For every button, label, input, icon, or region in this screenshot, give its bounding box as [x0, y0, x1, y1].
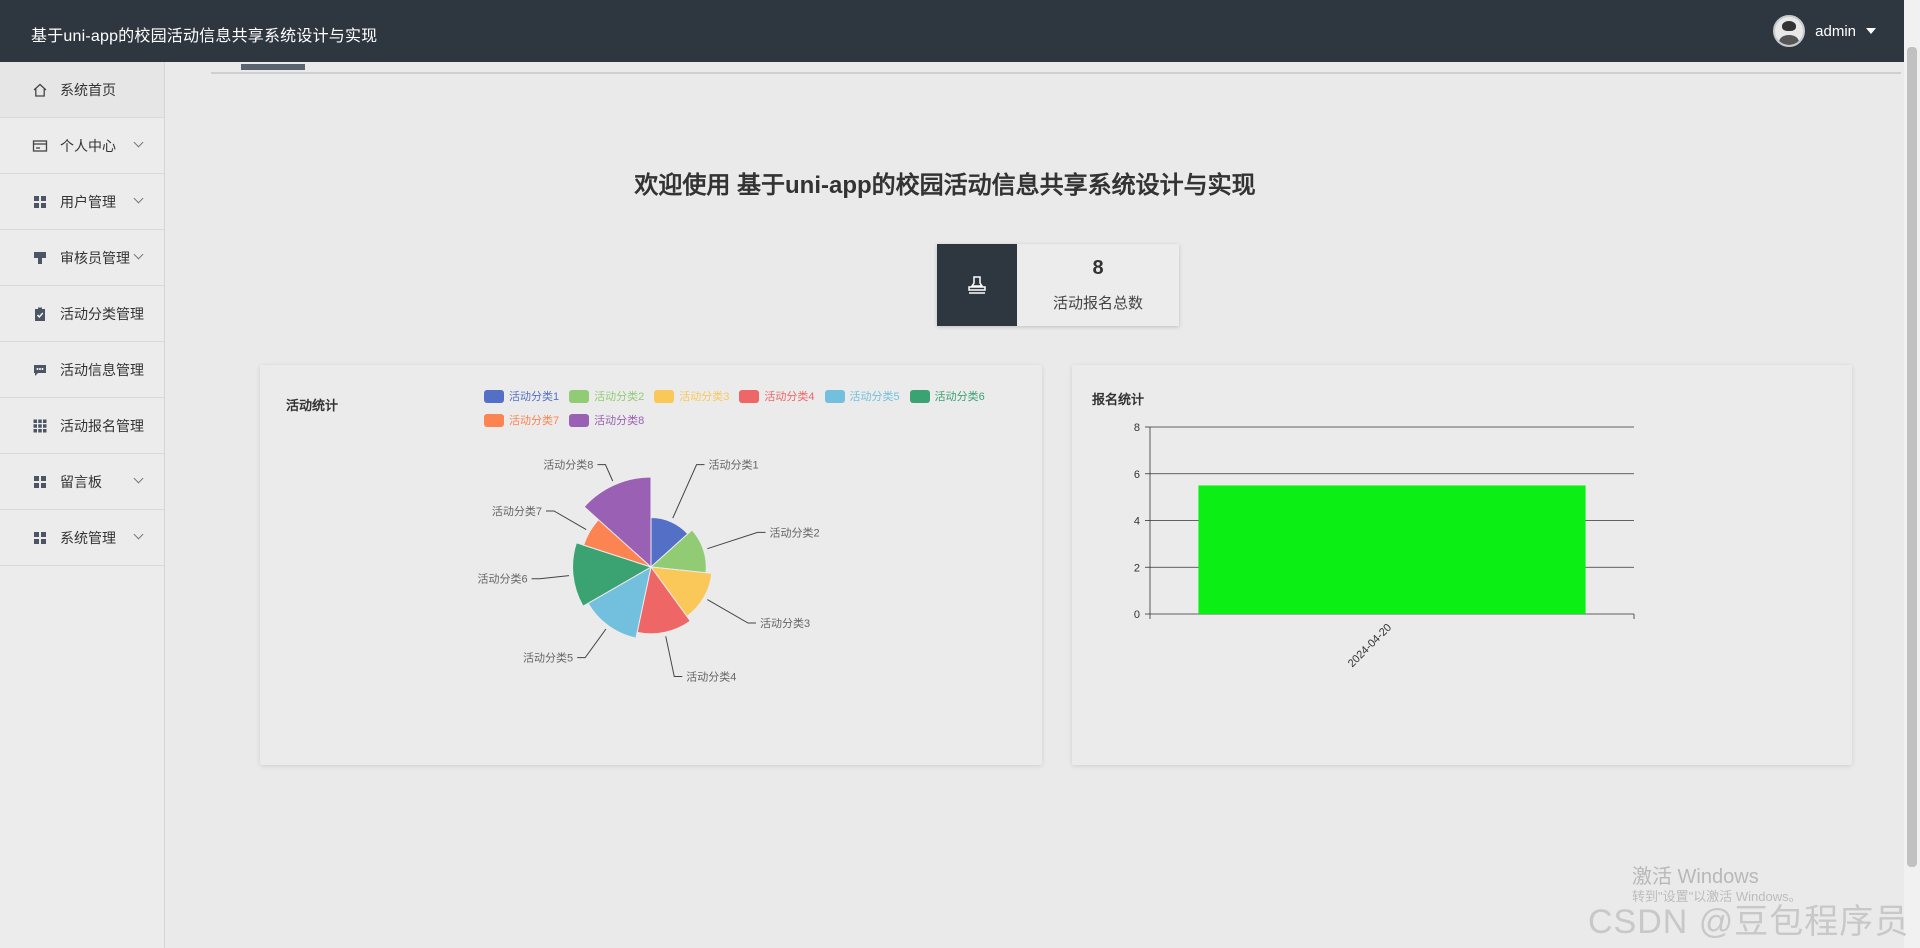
y-tick-label: 0 — [1134, 609, 1140, 621]
avatar[interactable] — [1773, 15, 1806, 47]
sidebar-item-label: 用户管理 — [60, 193, 116, 210]
app-title: 基于uni-app的校园活动信息共享系统设计与实现 — [31, 28, 378, 45]
activity-pie-chart: 活动分类1 活动分类2 活动分类3 活动分类4 活动分类5 活动分类6 活动分类7 活动分类8 — [477, 458, 820, 684]
sidebar-item-home[interactable]: 系统首页 — [0, 62, 164, 118]
top-bar: 基于uni-app的校园活动信息共享系统设计与实现 admin — [0, 0, 1904, 62]
stamp-icon — [937, 244, 1017, 326]
grid-icon — [32, 194, 48, 210]
pie-label-line — [665, 636, 683, 678]
pie-label: 活动分类6 — [477, 572, 527, 586]
chevron-down-icon — [133, 249, 144, 260]
grid-icon — [32, 474, 48, 490]
tab-bar — [211, 64, 1901, 74]
welcome-title: 欢迎使用 基于uni-app的校园活动信息共享系统设计与实现 — [634, 172, 1256, 199]
signup-stats-card: 报名统计 0 2 4 6 8 2024-04-20 — [1072, 365, 1852, 765]
sidebar-item-reviewers[interactable]: 审核员管理 — [0, 230, 164, 286]
pie-label-line — [672, 464, 705, 519]
pie-label: 活动分类7 — [492, 504, 542, 518]
pie-label: 活动分类1 — [709, 458, 759, 472]
sidebar-item-label: 个人中心 — [60, 137, 116, 154]
activity-stats-card: 活动统计 活动分类1 活动分类2 活动分类3 活动分类4 活动分类5 活动分类6 活动分类7… — [260, 365, 1042, 765]
sidebar-item-label: 活动分类管理 — [60, 305, 144, 322]
sidebar-item-message-board[interactable]: 留言板 — [0, 454, 164, 510]
pie-label: 活动分类2 — [770, 525, 820, 539]
user-menu[interactable]: admin — [1773, 15, 1876, 47]
page-scrollbar[interactable] — [1904, 0, 1920, 948]
chevron-down-icon — [133, 473, 144, 484]
pie-label: 活动分类5 — [523, 651, 573, 665]
y-tick-label: 2 — [1134, 562, 1140, 574]
pie-label: 活动分类4 — [686, 670, 736, 684]
windows-activation-watermark: 激活 Windows — [1632, 866, 1759, 888]
sidebar-item-label: 留言板 — [60, 473, 102, 490]
y-tick-label: 6 — [1134, 469, 1140, 481]
signup-total-value: 8 — [1092, 257, 1104, 279]
user-name[interactable]: admin — [1815, 23, 1856, 40]
y-tick-label: 8 — [1134, 422, 1140, 434]
sidebar-item-activity-signup[interactable]: 活动报名管理 — [0, 398, 164, 454]
clipboard-icon — [32, 306, 48, 322]
apps-icon — [32, 418, 48, 434]
signup-total-label: 活动报名总数 — [1052, 295, 1143, 312]
sidebar-item-profile[interactable]: 个人中心 — [0, 118, 164, 174]
pie-label-line — [707, 531, 766, 550]
grid-icon — [32, 530, 48, 546]
pie-label-line — [531, 575, 570, 580]
y-tick-label: 4 — [1134, 516, 1140, 528]
pie-label: 活动分类8 — [543, 458, 593, 472]
sidebar-item-activity-category[interactable]: 活动分类管理 — [0, 286, 164, 342]
pie-label: 活动分类3 — [760, 616, 810, 630]
home-icon — [32, 82, 48, 98]
pie-label-line — [707, 599, 756, 624]
message-icon — [32, 362, 48, 378]
bar[interactable] — [1198, 485, 1586, 614]
sidebar-item-system[interactable]: 系统管理 — [0, 510, 164, 566]
x-tick-label: 2024-04-20 — [1346, 622, 1394, 670]
sidebar: 系统首页 个人中心 用户管理 审核员管理 活动分类管理 活动信息管理 活动报名管… — [0, 62, 165, 948]
card-icon — [32, 138, 48, 154]
sidebar-item-label: 系统管理 — [60, 529, 116, 546]
signup-bar-chart: 0 2 4 6 8 2024-04-20 — [1134, 422, 1635, 670]
sidebar-item-label: 审核员管理 — [60, 249, 130, 266]
stamp-icon — [32, 250, 48, 266]
main-content: 欢迎使用 基于uni-app的校园活动信息共享系统设计与实现 8 活动报名总数 … — [166, 62, 1904, 948]
pie-label-line — [546, 510, 587, 531]
chevron-down-icon — [133, 193, 144, 204]
scrollbar-thumb[interactable] — [1907, 47, 1917, 867]
signup-total-card: 8 活动报名总数 — [937, 244, 1179, 326]
pie-label-line — [597, 464, 614, 482]
tab-active-indicator[interactable] — [241, 64, 305, 70]
sidebar-item-users[interactable]: 用户管理 — [0, 174, 164, 230]
chevron-down-icon — [133, 137, 144, 148]
sidebar-item-activity-info[interactable]: 活动信息管理 — [0, 342, 164, 398]
caret-down-icon[interactable] — [1866, 28, 1876, 34]
sidebar-item-label: 活动报名管理 — [60, 417, 144, 434]
sidebar-item-label: 活动信息管理 — [60, 361, 144, 378]
sidebar-item-label: 系统首页 — [60, 81, 116, 98]
csdn-watermark: CSDN @豆包程序员 — [1588, 903, 1910, 941]
pie-label-line — [577, 628, 607, 659]
chevron-down-icon — [133, 529, 144, 540]
